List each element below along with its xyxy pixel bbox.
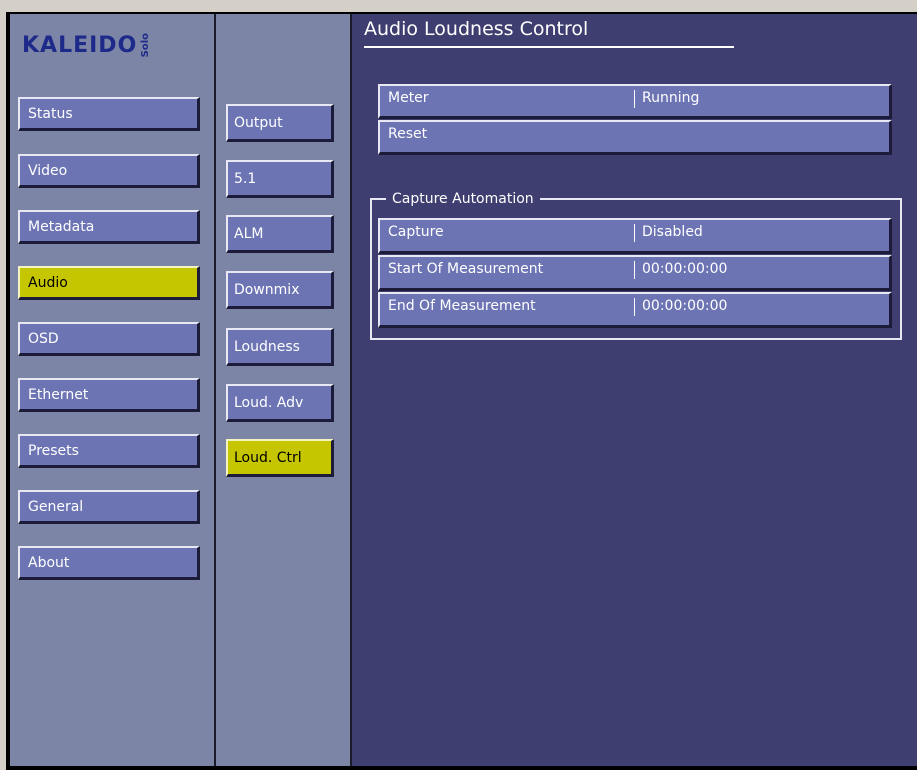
title-underline [364, 46, 734, 48]
start-of-measurement-value: 00:00:00:00 [642, 261, 728, 277]
nav-about-button[interactable]: About [18, 546, 200, 580]
nav-general-button[interactable]: General [18, 490, 200, 524]
subnav-loudness-button[interactable]: Loudness [226, 328, 334, 366]
separator [634, 298, 635, 316]
nav-video-button[interactable]: Video [18, 154, 200, 188]
start-of-measurement-label: Start Of Measurement [388, 261, 544, 277]
kaleido-logo: KALEIDO Solo [22, 22, 151, 68]
nav-osd-button[interactable]: OSD [18, 322, 200, 356]
capture-row[interactable]: Capture Disabled [378, 218, 892, 254]
logo-sub-text: Solo [140, 32, 152, 58]
end-of-measurement-row[interactable]: End Of Measurement 00:00:00:00 [378, 292, 892, 328]
subnav-loud-adv-button[interactable]: Loud. Adv [226, 384, 334, 422]
separator [634, 224, 635, 242]
subnav-5-1-button[interactable]: 5.1 [226, 160, 334, 198]
meter-row[interactable]: Meter Running [378, 84, 892, 119]
end-of-measurement-value: 00:00:00:00 [642, 298, 728, 314]
nav-audio-button[interactable]: Audio [18, 266, 200, 300]
reset-label: Reset [388, 126, 428, 142]
nav-presets-button[interactable]: Presets [18, 434, 200, 468]
subnav-alm-button[interactable]: ALM [226, 215, 334, 253]
nav-status-button[interactable]: Status [18, 97, 200, 131]
logo-main-text: KALEIDO [22, 32, 138, 58]
capture-automation-title: Capture Automation [386, 190, 540, 208]
subnav-output-button[interactable]: Output [226, 104, 334, 142]
subnav-loud-ctrl-button[interactable]: Loud. Ctrl [226, 439, 334, 477]
nav-metadata-button[interactable]: Metadata [18, 210, 200, 244]
capture-value: Disabled [642, 224, 703, 240]
start-of-measurement-row[interactable]: Start Of Measurement 00:00:00:00 [378, 255, 892, 291]
meter-label: Meter [388, 90, 429, 106]
nav-ethernet-button[interactable]: Ethernet [18, 378, 200, 412]
separator [634, 90, 635, 108]
subnav-downmix-button[interactable]: Downmix [226, 271, 334, 309]
page-title: Audio Loudness Control [364, 18, 589, 40]
separator [634, 261, 635, 279]
end-of-measurement-label: End Of Measurement [388, 298, 536, 314]
meter-value: Running [642, 90, 700, 106]
reset-row[interactable]: Reset [378, 120, 892, 155]
capture-label: Capture [388, 224, 444, 240]
